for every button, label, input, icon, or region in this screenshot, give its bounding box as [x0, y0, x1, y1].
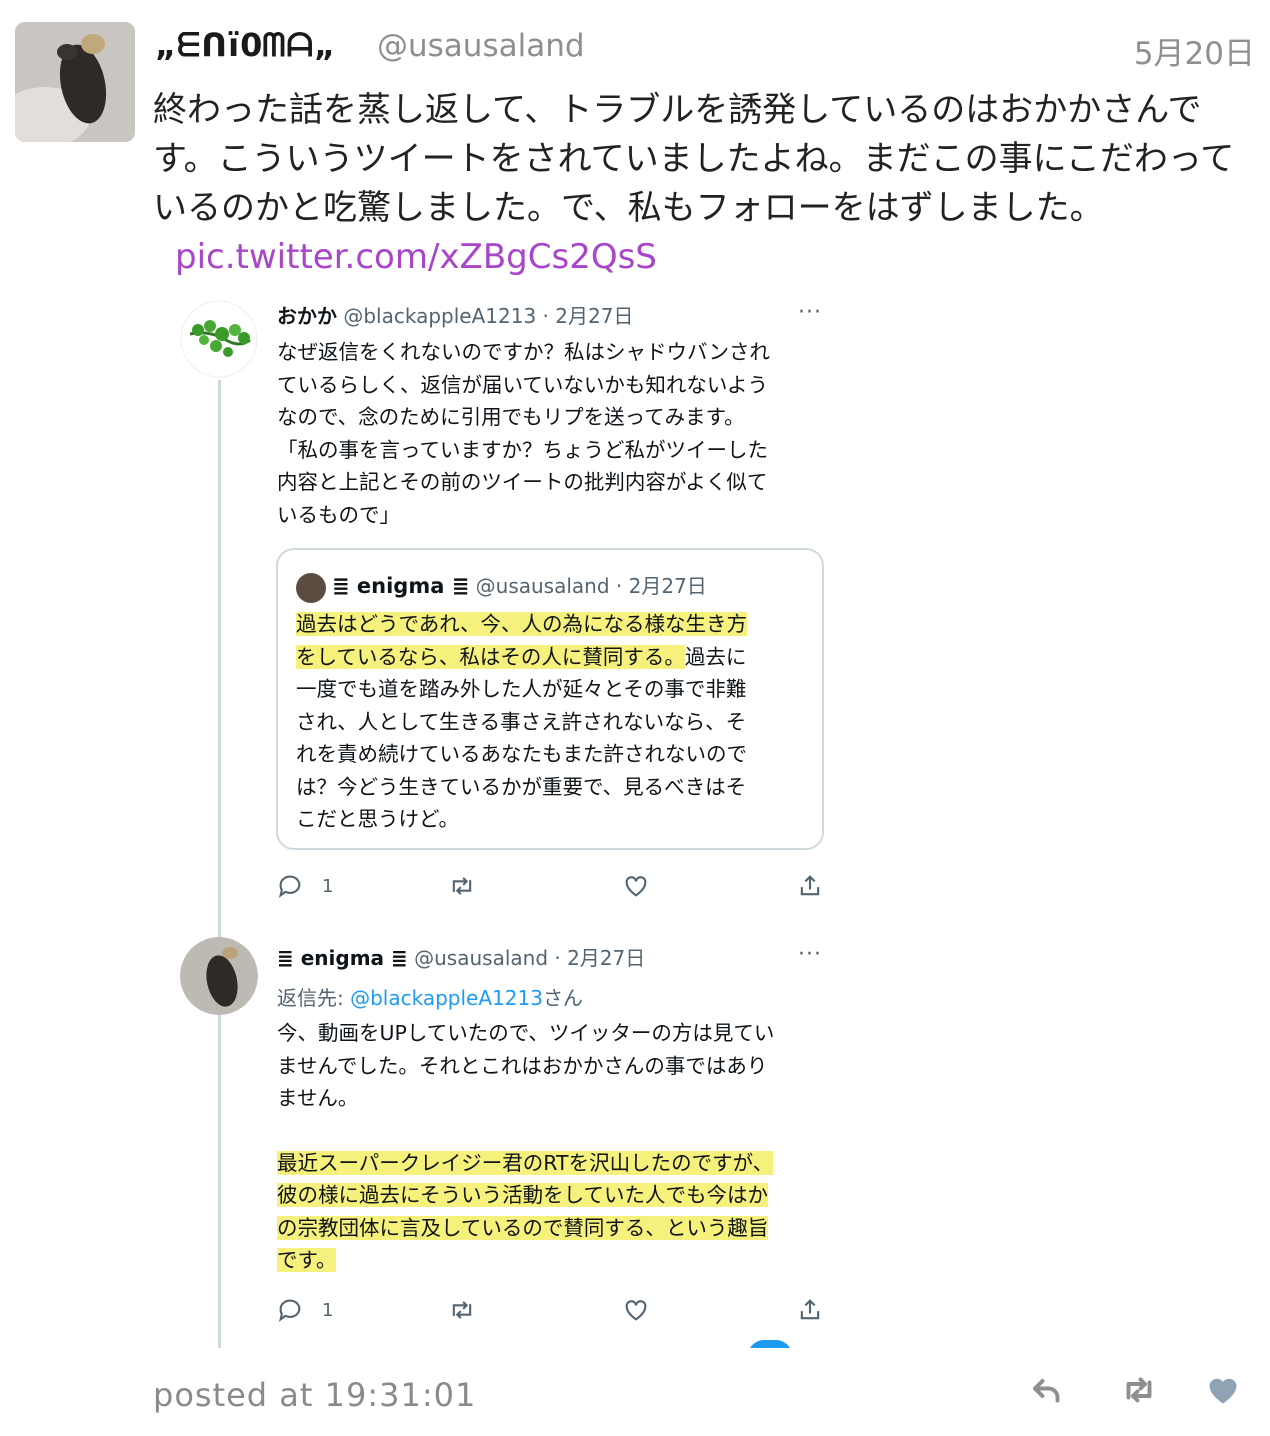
highlighted-text: 過去はどうであれ、今、人の為になる様な生き方 — [296, 612, 747, 636]
highlighted-text: をしているなら、私はその人に賛同する。 — [296, 644, 685, 669]
text-line: 「私の事を言っていますか？ちょうど私がツイーした — [277, 437, 768, 462]
tweet2-actions: 1 — [276, 1296, 836, 1330]
user-handle[interactable]: @usausaland — [377, 28, 585, 64]
tweet1-header: おかか @blackappleA1213 · 2月27日 — [277, 300, 633, 329]
reply-icon: 1 — [276, 1296, 333, 1330]
reply-icon: 1 — [276, 872, 333, 906]
plant-icon — [180, 300, 258, 378]
more-icon: ··· — [798, 300, 822, 325]
okaka-avatar — [180, 300, 258, 378]
text-line: 過去に — [684, 644, 747, 669]
media-link[interactable]: pic.twitter.com/xZBgCs2QsS — [175, 237, 657, 277]
tweet1-actions: 1 — [276, 872, 836, 906]
retweet-icon — [448, 872, 482, 906]
attached-image[interactable]: おかか @blackappleA1213 · 2月27日 ··· なぜ返信をくれ… — [170, 292, 840, 1348]
tweet2-text: 今、動画をUPしていたので、ツイッターの方は見てい ませんでした。それとこれはお… — [277, 1017, 817, 1277]
reply-count: 1 — [322, 1300, 334, 1321]
like-icon — [622, 872, 656, 906]
thread-line — [218, 380, 221, 1348]
text-line: こだと思うけど。 — [296, 807, 459, 831]
compose-button-partial — [748, 1340, 792, 1348]
tweet-footer: posted at 19:31:01 — [153, 1372, 1253, 1422]
tweet-body: 終わった話を蒸し返して、トラブルを誘発しているのはおかかさんです。こういうツイー… — [153, 86, 1253, 282]
retweet-icon[interactable] — [1121, 1372, 1161, 1412]
tweet-date[interactable]: 5月20日 — [1134, 28, 1255, 73]
tweet1-name: おかか — [277, 304, 337, 328]
quoted-tweet: ≣ enigma ≣ @usausaland · 2月27日 過去はどうであれ、… — [276, 548, 824, 850]
tweet2-name: ≣ enigma ≣ — [277, 946, 408, 970]
quote-handle-date: @usausaland · 2月27日 — [475, 574, 707, 598]
tweet-text: 終わった話を蒸し返して、トラブルを誘発しているのはおかかさんです。こういうツイー… — [153, 90, 1235, 228]
reply-prefix: 返信先: — [277, 986, 351, 1010]
retweet-icon — [448, 1296, 482, 1330]
quote-text: 過去はどうであれ、今、人の為になる様な生き方 をしているなら、私はその人に賛同す… — [296, 608, 796, 836]
text-line: れを責め続けているあなたもまた許されないので — [296, 742, 747, 766]
share-icon — [796, 1296, 830, 1330]
highlighted-text: です。 — [277, 1248, 337, 1272]
avatar-photo-icon — [15, 22, 135, 142]
tweet2-handle-date: @usausaland · 2月27日 — [414, 946, 646, 970]
text-line: 一度でも道を踏み外した人が延々とその事で非難 — [296, 677, 747, 701]
reply-icon[interactable] — [1029, 1372, 1069, 1412]
text-line: 内容と上記とその前のツイートの批判内容がよく似て — [277, 470, 768, 494]
text-line: され、人として生きる事さえ許されないなら、そ — [296, 709, 747, 734]
text-line: は？今どう生きているかが重要で、見るべきはそ — [296, 774, 747, 799]
text-line: ているらしく、返信が届いていないかも知れないよう — [277, 372, 768, 397]
enigma-avatar — [180, 937, 258, 1015]
reply-suffix: さん — [542, 986, 583, 1010]
like-icon — [622, 1296, 656, 1330]
quote-avatar — [296, 572, 326, 603]
text-line: 今、動画をUPしていたので、ツイッターの方は見てい — [277, 1021, 775, 1045]
avatar-photo-icon — [180, 937, 258, 1015]
tweet-header: „ᗴᑎï߀ᗰᗩ„ @usausaland 5月20日 — [155, 26, 1255, 73]
text-line: なぜ返信をくれないのですか？私はシャドウバンされ — [277, 340, 771, 364]
favorite-icon[interactable] — [1205, 1372, 1245, 1412]
reply-count: 1 — [322, 876, 334, 897]
reply-to: 返信先: @blackappleA1213さん — [277, 982, 583, 1011]
posted-at: posted at 19:31:01 — [153, 1376, 477, 1414]
quote-name: ≣ enigma ≣ — [332, 574, 470, 598]
text-line: ません。 — [277, 1086, 359, 1110]
tweet2-header: ≣ enigma ≣ @usausaland · 2月27日 — [277, 942, 645, 971]
reply-mention: @blackappleA1213 — [350, 986, 543, 1010]
display-name[interactable]: „ᗴᑎï߀ᗰᗩ„ — [155, 26, 336, 65]
highlighted-text: の宗教団体に言及しているので賛同する、という趣旨 — [277, 1215, 769, 1240]
tweet1-handle-date: @blackappleA1213 · 2月27日 — [343, 304, 634, 328]
tweet1-text: なぜ返信をくれないのですか？私はシャドウバンされ ているらしく、返信が届いていな… — [277, 336, 817, 531]
text-line: いるもので」 — [277, 502, 400, 527]
highlighted-text: 彼の様に過去にそういう活動をしていた人でも今はか — [277, 1183, 768, 1207]
highlighted-text: 最近スーパークレイジー君のRTを沢山したのですが、 — [277, 1150, 774, 1175]
text-line: なので、念のために引用でもリプを送ってみます。 — [277, 405, 745, 429]
text-line: ませんでした。それとこれはおかかさんの事ではあり — [277, 1053, 768, 1078]
author-avatar[interactable] — [15, 22, 135, 142]
quote-header: ≣ enigma ≣ @usausaland · 2月27日 — [296, 570, 707, 603]
more-icon: ··· — [798, 942, 822, 967]
share-icon — [796, 872, 830, 906]
